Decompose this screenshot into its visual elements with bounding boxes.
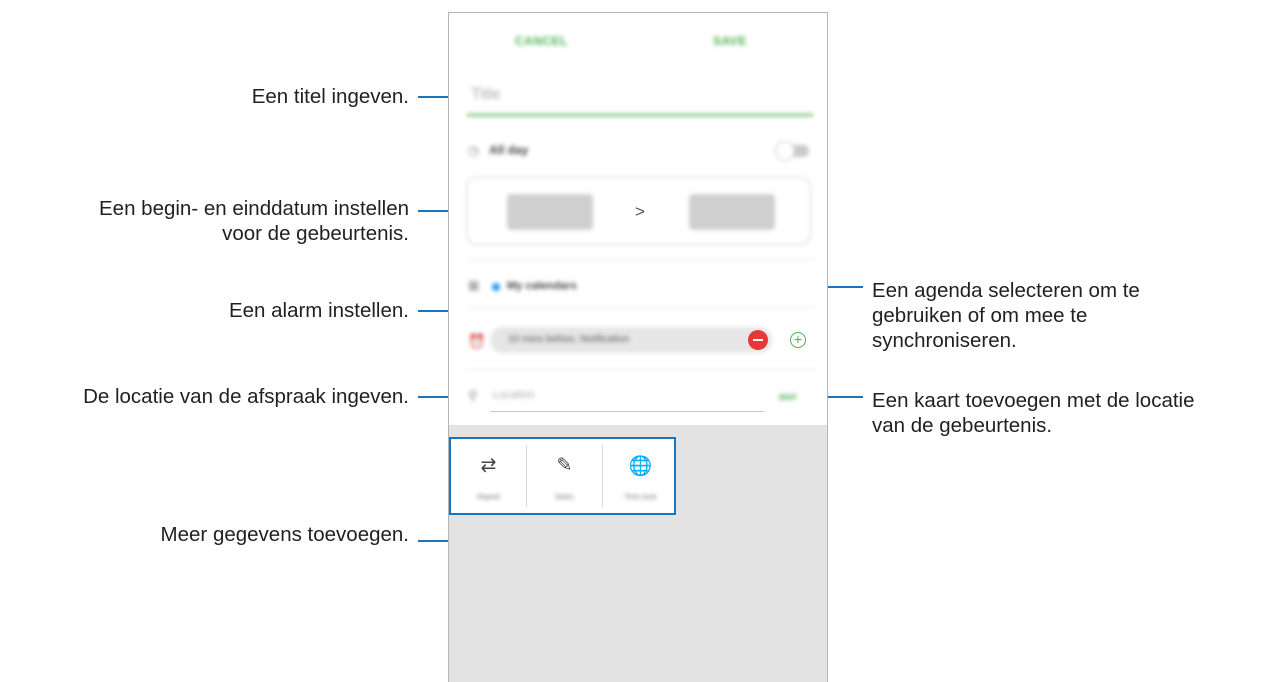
repeat-label: Repeat [477, 494, 500, 501]
start-date-button[interactable] [507, 194, 593, 230]
repeat-option[interactable]: ⇄ Repeat [451, 439, 526, 513]
map-button[interactable]: MAP [779, 393, 797, 402]
repeat-icon: ⇄ [480, 455, 497, 476]
alarm-value: 10 mins before, Notification [508, 334, 630, 345]
callout-alarm: Een alarm instellen. [228, 299, 409, 322]
title-underline [467, 114, 813, 116]
all-day-label: All day [489, 143, 529, 157]
clock-icon: ◷ [468, 143, 480, 158]
calendar-selector[interactable]: My calendars [507, 280, 577, 292]
calendar-color-dot [492, 283, 500, 291]
callout-date: Een begin- en einddatum instellen voor d… [99, 196, 409, 246]
callout-calendar-line1: Een agenda selecteren om te [872, 279, 1140, 302]
callout-calendar: Een agenda selecteren om te gebruiken of… [872, 278, 1140, 353]
location-input[interactable]: Location [493, 389, 535, 401]
time-zone-label: Time zone [624, 494, 657, 501]
save-button[interactable]: SAVE [713, 34, 747, 48]
notes-option[interactable]: ✎ Notes [527, 439, 602, 513]
callout-calendar-line3: synchroniseren. [872, 329, 1017, 352]
callout-location: De locatie van de afspraak ingeven. [83, 385, 409, 408]
divider-1 [467, 259, 817, 260]
cancel-button[interactable]: CANCEL [515, 34, 568, 48]
globe-icon: 🌐 [628, 456, 653, 477]
notes-icon: ✎ [556, 455, 573, 476]
calendar-icon: ▦ [468, 278, 480, 292]
all-day-toggle[interactable] [775, 141, 809, 161]
alarm-pill[interactable]: 10 mins before, Notification [490, 327, 772, 353]
callout-map-line1: Een kaart toevoegen met de locatie [872, 389, 1195, 412]
callout-map: Een kaart toevoegen met de locatie van d… [872, 388, 1195, 438]
title-input[interactable]: Title [471, 86, 501, 104]
location-underline [490, 411, 764, 412]
remove-alarm-button[interactable] [748, 330, 768, 350]
alarm-clock-icon: ⏰ [468, 333, 486, 349]
divider-2 [467, 307, 817, 308]
time-zone-option[interactable]: 🌐 Time zone [603, 439, 678, 513]
callout-title: Een titel ingeven. [251, 85, 409, 108]
callout-calendar-line2: gebruiken of om mee te [872, 304, 1088, 327]
toggle-knob [775, 141, 795, 161]
end-date-button[interactable] [689, 194, 775, 230]
location-pin-icon: ⚲ [468, 388, 478, 403]
callout-more: Meer gegevens toevoegen. [160, 523, 409, 546]
callout-date-line2: voor de gebeurtenis. [222, 222, 409, 245]
date-arrow-icon: > [635, 202, 645, 221]
phone-screen: CANCEL SAVE Title ◷ All day ▦ My calenda… [448, 12, 828, 682]
divider-3 [467, 369, 817, 370]
add-alarm-button[interactable]: + [790, 332, 806, 348]
notes-label: Notes [555, 494, 574, 501]
callout-date-line1: Een begin- en einddatum instellen [99, 197, 409, 220]
event-form: CANCEL SAVE Title ◷ All day ▦ My calenda… [449, 13, 827, 425]
more-options-panel: ⇄ Repeat ✎ Notes 🌐 Time zone [449, 437, 676, 515]
callout-map-line2: van de gebeurtenis. [872, 414, 1053, 437]
